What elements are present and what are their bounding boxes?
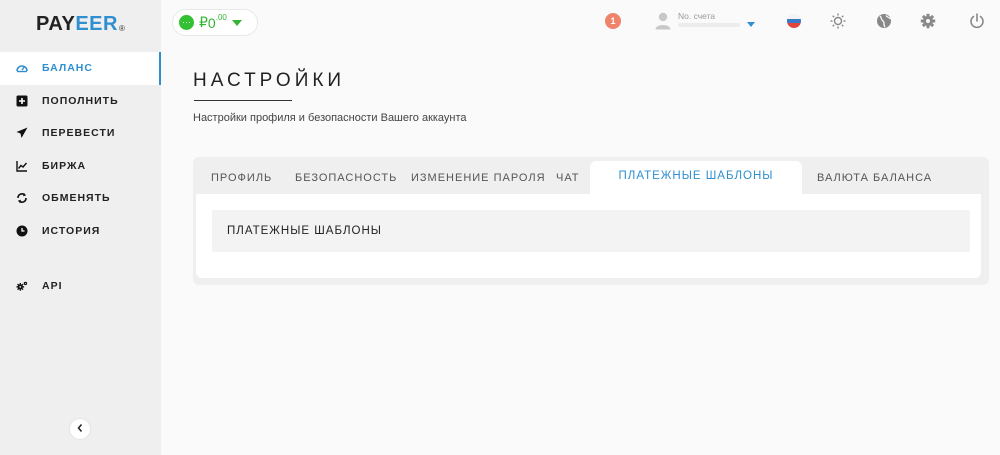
wallet-dots-icon: ··· (179, 15, 194, 30)
payment-templates-section: ПЛАТЕЖНЫЕ ШАБЛОНЫ (212, 210, 970, 252)
title-underline (194, 100, 292, 101)
section-title: ПЛАТЕЖНЫЕ ШАБЛОНЫ (227, 225, 382, 237)
gears-icon (16, 280, 28, 292)
sidebar-item-label: ПЕРЕВЕСТИ (42, 127, 116, 140)
tab-payment-templates[interactable]: ПЛАТЕЖНЫЕ ШАБЛОНЫ (590, 161, 802, 194)
page-title: НАСТРОЙКИ (193, 70, 346, 91)
sidebar-nav: БАЛАНС ПОПОЛНИТЬ ПЕРЕВЕСТИ БИРЖА ОБМЕНЯТ… (0, 52, 161, 292)
tab-panel: ПЛАТЕЖНЫЕ ШАБЛОНЫ (196, 194, 981, 278)
paper-plane-icon (16, 127, 28, 139)
dashboard-icon (16, 62, 28, 74)
sidebar-item-label: ПОПОЛНИТЬ (42, 94, 119, 107)
caret-down-icon (747, 22, 755, 27)
line-chart-icon (16, 160, 28, 172)
sidebar-item-label: ОБМЕНЯТЬ (42, 192, 111, 205)
sidebar-item-exchange-market[interactable]: БИРЖА (0, 150, 161, 183)
balance-integer: 0 (207, 14, 216, 31)
sidebar-item-transfer[interactable]: ПЕРЕВЕСТИ (0, 117, 161, 150)
exchange-icon (16, 192, 28, 204)
tab-balance-currency[interactable]: ВАЛЮТА БАЛАНСА (817, 172, 932, 184)
sidebar-item-api[interactable]: API (0, 270, 161, 303)
sidebar-item-label: API (42, 280, 63, 293)
balance-decimal: .00 (215, 13, 227, 22)
globe-icon[interactable] (875, 12, 893, 30)
plus-square-icon (16, 95, 28, 107)
tab-change-password[interactable]: ИЗМЕНЕНИЕ ПАРОЛЯ (411, 172, 546, 184)
sidebar-item-swap[interactable]: ОБМЕНЯТЬ (0, 182, 161, 215)
chevron-left-icon (76, 420, 84, 438)
tab-profile[interactable]: ПРОФИЛЬ (211, 172, 272, 184)
sun-icon[interactable] (829, 12, 847, 30)
sidebar-item-deposit[interactable]: ПОПОЛНИТЬ (0, 85, 161, 118)
sidebar-item-label: ИСТОРИЯ (42, 224, 101, 237)
tab-security[interactable]: БЕЗОПАСНОСТЬ (295, 172, 397, 184)
settings-card: ПРОФИЛЬ БЕЗОПАСНОСТЬ ИЗМЕНЕНИЕ ПАРОЛЯ ЧА… (193, 157, 989, 285)
clock-icon (16, 225, 28, 237)
sidebar-item-label: БАЛАНС (42, 62, 93, 75)
page-subtitle: Настройки профиля и безопасности Вашего … (193, 112, 467, 124)
balance-dropdown[interactable]: ··· ₽ 0 .00 (172, 9, 258, 36)
tab-chat[interactable]: ЧАТ (556, 172, 580, 184)
settings-tabs: ПРОФИЛЬ БЕЗОПАСНОСТЬ ИЗМЕНЕНИЕ ПАРОЛЯ ЧА… (193, 157, 989, 194)
russia-flag-icon[interactable] (787, 14, 801, 28)
sidebar-collapse-button[interactable] (69, 418, 91, 440)
sidebar-item-label: БИРЖА (42, 159, 87, 172)
sidebar-item-balance[interactable]: БАЛАНС (0, 52, 161, 85)
sidebar: PAY EER ® БАЛАНС ПОПОЛНИТЬ ПЕРЕВЕСТИ БИРЖА (0, 0, 161, 455)
user-icon (655, 12, 671, 35)
notifications-badge[interactable]: 1 (605, 13, 621, 29)
caret-down-icon (231, 19, 242, 26)
account-dropdown[interactable]: No. счета (655, 10, 757, 34)
balance-currency: ₽ (199, 14, 208, 30)
account-number-value (678, 23, 740, 27)
payeer-logo[interactable]: PAY EER ® (36, 12, 125, 36)
power-icon[interactable] (968, 12, 986, 30)
account-number-label: No. счета (678, 11, 716, 21)
sidebar-item-history[interactable]: ИСТОРИЯ (0, 215, 161, 248)
gear-icon[interactable] (919, 12, 937, 30)
